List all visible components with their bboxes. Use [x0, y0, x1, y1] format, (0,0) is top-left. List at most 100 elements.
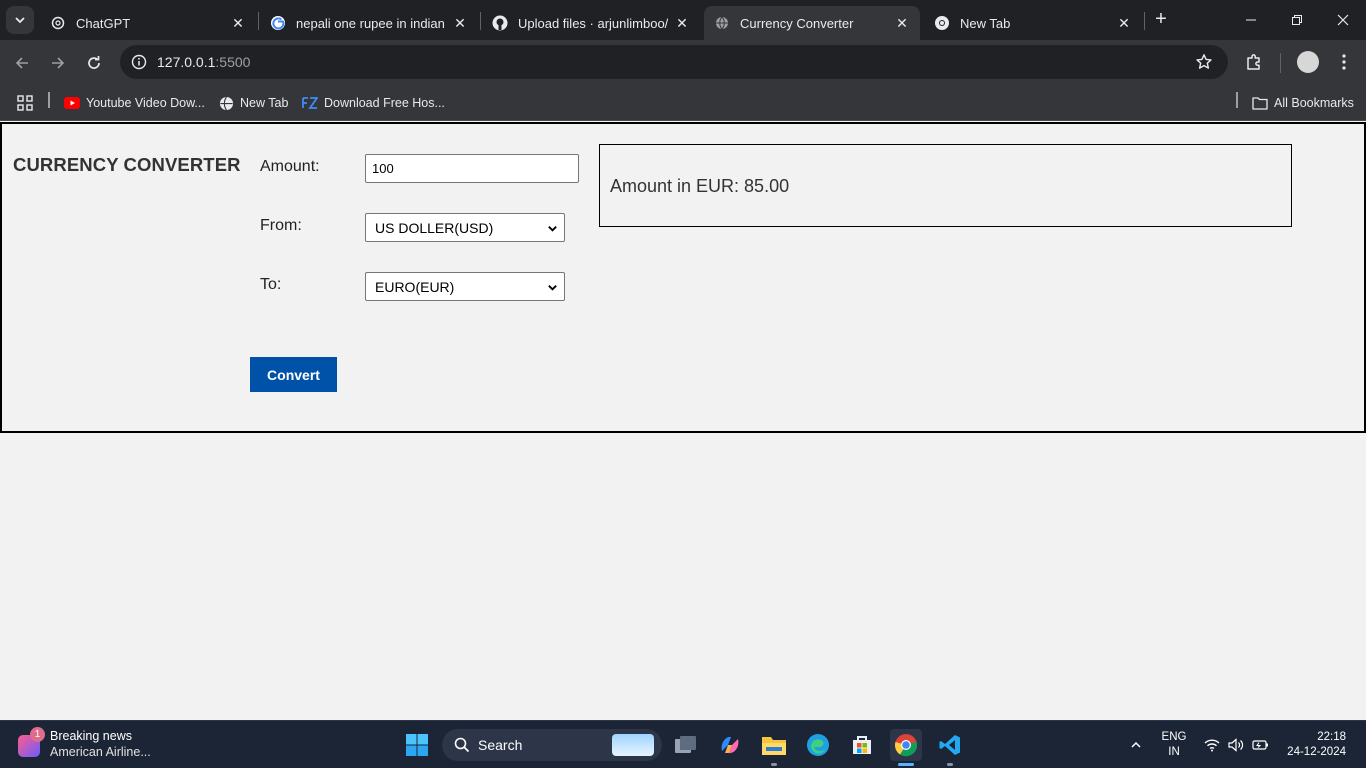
search-label: Search: [478, 737, 523, 753]
tab-google-search[interactable]: nepali one rupee in indian va ✕: [260, 6, 478, 40]
to-label: To:: [260, 276, 282, 293]
bookmark-youtube[interactable]: Youtube Video Dow...: [64, 92, 205, 114]
minimize-button[interactable]: [1228, 0, 1274, 40]
wifi-icon[interactable]: [1202, 721, 1222, 768]
converter-container: CURRENCY CONVERTER Amount: From: US DOLL…: [0, 122, 1366, 433]
close-icon[interactable]: ✕: [230, 15, 246, 31]
chrome-taskbar-button[interactable]: [890, 729, 922, 761]
store-button[interactable]: [846, 729, 878, 761]
new-tab-button[interactable]: +: [1150, 8, 1172, 30]
bookmark-download-free-hosting[interactable]: Download Free Hos...: [302, 92, 445, 114]
chatgpt-icon: [50, 15, 66, 31]
to-currency-value: EURO(EUR): [375, 278, 455, 295]
bookmarks-divider: [1236, 92, 1238, 108]
back-button[interactable]: [9, 50, 35, 76]
show-hidden-icons-button[interactable]: [1124, 721, 1148, 768]
active-indicator: [898, 763, 914, 766]
page-viewport: CURRENCY CONVERTER Amount: From: US DOLL…: [0, 121, 1366, 720]
to-currency-select[interactable]: EURO(EUR): [365, 272, 565, 301]
google-icon: [270, 15, 286, 31]
from-currency-select[interactable]: US DOLLER(USD): [365, 213, 565, 242]
reload-icon: [88, 56, 100, 69]
volume-icon[interactable]: [1226, 721, 1246, 768]
url-port: :5500: [215, 54, 251, 70]
all-bookmarks-button[interactable]: All Bookmarks: [1252, 92, 1354, 114]
system-clock[interactable]: 22:18 24-12-2024: [1282, 730, 1346, 760]
language-code: ENG: [1161, 731, 1187, 743]
tab-github-upload[interactable]: Upload files · arjunlimboo/C ✕: [482, 6, 700, 40]
restore-button[interactable]: [1274, 0, 1320, 40]
tab-separator: [258, 12, 259, 30]
bookmark-new-tab[interactable]: New Tab: [218, 92, 288, 114]
edge-button[interactable]: [802, 729, 834, 761]
taskbar: 1 Breaking news American Airline... Sear…: [0, 720, 1366, 768]
browser-toolbar: 127.0.0.1:5500: [0, 40, 1366, 85]
apps-button[interactable]: [17, 92, 39, 114]
tab-chatgpt[interactable]: ChatGPT ✕: [40, 6, 256, 40]
store-icon: [853, 736, 871, 754]
vscode-button[interactable]: [934, 729, 966, 761]
chevron-down-icon: [548, 226, 557, 232]
tab-title: ChatGPT: [76, 15, 131, 31]
battery-icon[interactable]: [1250, 721, 1270, 768]
forward-button[interactable]: [45, 50, 71, 76]
close-icon[interactable]: ✕: [452, 15, 468, 31]
reload-button[interactable]: [81, 50, 107, 76]
site-info-icon[interactable]: [128, 51, 150, 73]
tab-currency-converter[interactable]: Currency Converter ✕: [704, 6, 920, 40]
chevron-down-icon: [548, 285, 557, 291]
apps-grid-icon: [17, 95, 33, 111]
extensions-button[interactable]: [1242, 50, 1266, 74]
page-title: CURRENCY CONVERTER: [13, 154, 241, 175]
profile-avatar[interactable]: [1297, 51, 1319, 73]
bookmark-star-icon[interactable]: [1194, 52, 1214, 72]
tab-title: nepali one rupee in indian va: [296, 15, 446, 31]
tab-title: Upload files · arjunlimboo/C: [518, 15, 668, 31]
copilot-button[interactable]: [714, 729, 746, 761]
bookmark-label: Download Free Hos...: [324, 96, 445, 110]
tab-title: New Tab: [960, 15, 1011, 31]
task-view-button[interactable]: [670, 729, 702, 761]
chevron-down-icon: [15, 17, 25, 24]
arrow-left-icon: [15, 57, 28, 69]
running-indicator: [947, 763, 953, 766]
restore-icon: [1292, 15, 1302, 25]
convert-button[interactable]: Convert: [250, 357, 337, 392]
url-text: 127.0.0.1:5500: [157, 54, 250, 70]
file-explorer-button[interactable]: [758, 729, 790, 761]
globe-icon: [714, 15, 730, 31]
chrome-icon: [894, 734, 918, 757]
bookmark-label: Youtube Video Dow...: [86, 96, 205, 110]
bookmarks-divider: [48, 92, 50, 108]
language-indicator[interactable]: ENG IN: [1160, 730, 1188, 760]
edge-icon: [807, 734, 829, 756]
search-highlight-image: [612, 734, 654, 756]
close-icon[interactable]: ✕: [1116, 15, 1132, 31]
close-icon[interactable]: ✕: [674, 15, 690, 31]
github-icon: [492, 15, 508, 31]
close-icon: [1337, 14, 1349, 26]
url-host: 127.0.0.1: [157, 54, 216, 70]
amount-input[interactable]: [365, 154, 579, 183]
fz-icon: [302, 95, 318, 111]
folder-icon: [1252, 95, 1268, 111]
address-bar[interactable]: 127.0.0.1:5500: [120, 45, 1228, 79]
result-box: Amount in EUR: 85.00: [599, 144, 1292, 227]
close-window-button[interactable]: [1320, 0, 1366, 40]
clock-date: 24-12-2024: [1287, 746, 1346, 758]
copilot-icon: [721, 736, 739, 754]
tab-separator: [1144, 12, 1145, 30]
menu-button[interactable]: [1332, 50, 1356, 74]
arrow-right-icon: [52, 57, 65, 69]
tab-search-button[interactable]: [6, 6, 34, 34]
toolbar-divider: [1280, 53, 1281, 73]
youtube-icon: [64, 95, 80, 111]
close-icon[interactable]: ✕: [894, 15, 910, 31]
start-button[interactable]: [401, 729, 433, 761]
notification-badge: 1: [30, 727, 45, 742]
tab-new-tab[interactable]: New Tab ✕: [924, 6, 1142, 40]
running-indicator: [771, 763, 777, 766]
from-label: From:: [260, 217, 302, 234]
taskbar-search[interactable]: Search: [442, 729, 662, 761]
chrome-icon: [934, 15, 950, 31]
